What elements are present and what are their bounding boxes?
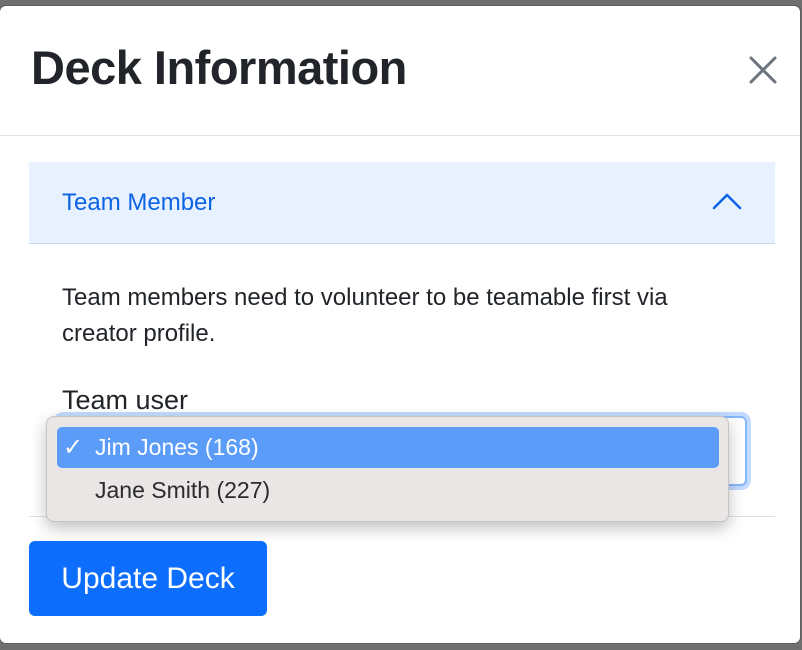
- chevron-up-icon: [712, 190, 742, 212]
- dropdown-option-jane-smith[interactable]: Jane Smith (227): [57, 470, 719, 511]
- team-user-label: Team user: [62, 385, 189, 415]
- modal-header: Deck Information: [0, 6, 800, 136]
- update-deck-button[interactable]: Update Deck: [29, 541, 267, 616]
- deck-information-modal: Deck Information Team Member Team member…: [0, 6, 800, 643]
- checkmark-icon: ✓: [63, 434, 84, 461]
- team-user-dropdown: ✓ Jim Jones (168) Jane Smith (227): [46, 416, 729, 522]
- accordion-header-team-member[interactable]: Team Member: [29, 162, 775, 244]
- close-button[interactable]: [745, 52, 781, 88]
- modal-title: Deck Information: [31, 41, 407, 94]
- close-icon: [745, 52, 781, 88]
- dropdown-option-jim-jones[interactable]: ✓ Jim Jones (168): [57, 427, 719, 468]
- accordion-header-label: Team Member: [62, 189, 216, 216]
- option-label: Jane Smith (227): [95, 477, 271, 503]
- help-text: Team members need to volunteer to be tea…: [62, 284, 668, 347]
- option-label: Jim Jones (168): [95, 434, 259, 460]
